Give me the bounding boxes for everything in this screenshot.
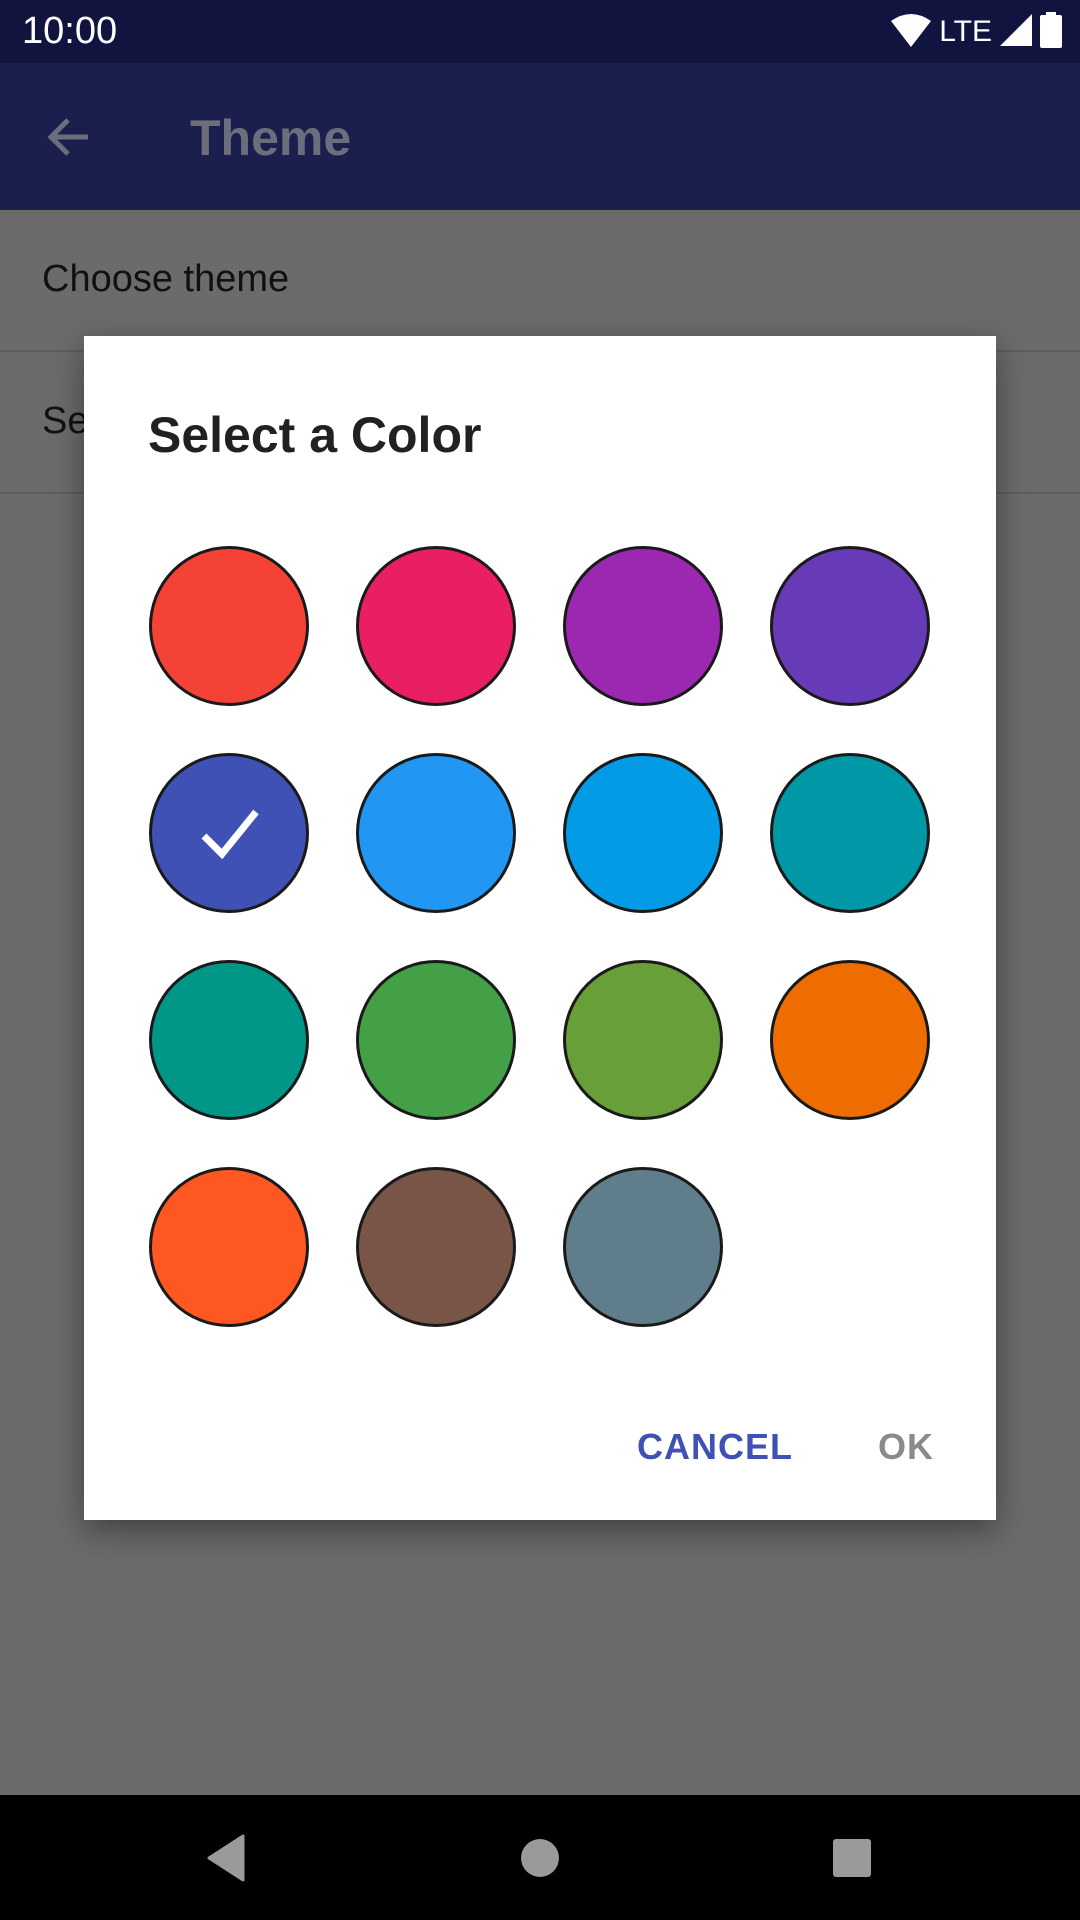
page-title: Theme (190, 110, 352, 166)
nav-recents-button[interactable] (827, 1833, 877, 1883)
wifi-icon (891, 13, 932, 52)
pref-label: Choose theme (42, 258, 290, 300)
color-swatch-teal[interactable] (149, 960, 309, 1120)
nav-home-icon (521, 1839, 559, 1877)
arrow-left-icon (47, 118, 88, 156)
color-swatch-indigo[interactable] (149, 753, 309, 913)
app-bar: Theme (0, 63, 1080, 210)
nav-back-icon (207, 1834, 245, 1882)
nav-back-button[interactable] (205, 1833, 255, 1883)
color-swatch-light-blue[interactable] (563, 753, 723, 913)
color-swatch-red[interactable] (149, 546, 309, 706)
color-swatch-orange[interactable] (770, 960, 930, 1120)
nav-home-button[interactable] (515, 1833, 565, 1883)
battery-icon (1040, 11, 1062, 53)
signal-icon (1000, 13, 1032, 51)
dialog-title: Select a Color (148, 407, 482, 463)
color-swatch-green[interactable] (356, 960, 516, 1120)
color-swatch-light-green[interactable] (563, 960, 723, 1120)
color-picker-dialog: Select a Color CANCEL OK (84, 336, 996, 1520)
ok-button[interactable]: OK (878, 1426, 934, 1468)
status-icons: LTE (891, 11, 1062, 53)
checkmark-icon (201, 809, 259, 860)
pref-choose-theme[interactable]: Choose theme (0, 210, 1080, 352)
navigation-bar (0, 1795, 1080, 1920)
cancel-button[interactable]: CANCEL (637, 1426, 793, 1468)
color-swatch-cyan[interactable] (770, 753, 930, 913)
color-swatch-deep-purple[interactable] (770, 546, 930, 706)
nav-recents-icon (833, 1839, 871, 1877)
color-swatch-purple[interactable] (563, 546, 723, 706)
color-swatch-deep-orange[interactable] (149, 1167, 309, 1327)
status-time: 10:00 (22, 10, 118, 52)
color-swatch-blue-grey[interactable] (563, 1167, 723, 1327)
pref-label: Se (42, 400, 89, 442)
lte-label: LTE (939, 15, 992, 48)
color-swatch-brown[interactable] (356, 1167, 516, 1327)
back-button[interactable] (40, 107, 100, 167)
color-swatch-pink[interactable] (356, 546, 516, 706)
color-swatch-blue[interactable] (356, 753, 516, 913)
status-bar: 10:00 LTE (0, 0, 1080, 63)
